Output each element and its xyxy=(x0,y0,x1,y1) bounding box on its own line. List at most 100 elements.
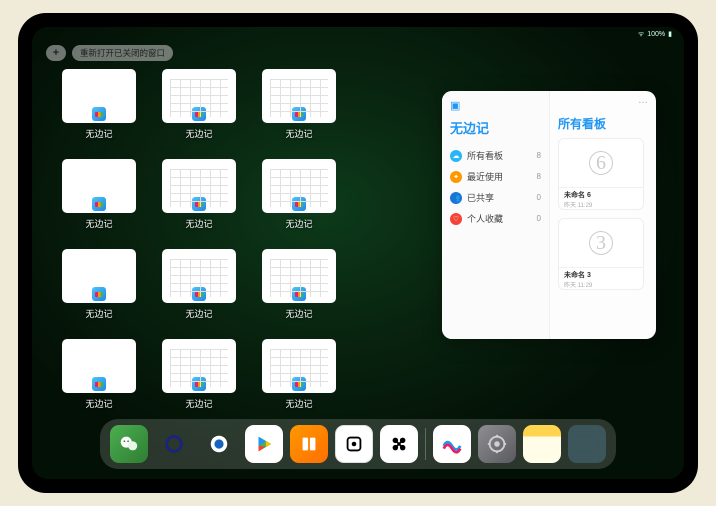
window-preview xyxy=(262,339,336,393)
category-icon: ☁ xyxy=(450,150,462,162)
freeform-app-icon xyxy=(292,287,306,301)
board-name: 未命名 3 xyxy=(564,270,638,280)
window-preview xyxy=(262,159,336,213)
panel-left-title: 无边记 xyxy=(450,118,541,137)
board-digit: 3 xyxy=(589,231,613,255)
category-row[interactable]: ♡ 个人收藏 0 xyxy=(450,208,541,229)
freeform-panel[interactable]: … ▣ 无边记 ☁ 所有看板 8 ✦ 最近使用 8 👥已共享0 ♡ 个人收藏 0 所有看板 6 未命… xyxy=(442,91,656,339)
freeform-app-icon xyxy=(292,197,306,211)
category-count: 0 xyxy=(537,193,541,202)
battery-icon: ▮ xyxy=(668,30,672,38)
dock xyxy=(100,419,616,469)
category-row[interactable]: ☁ 所有看板 8 xyxy=(450,145,541,166)
category-icon: 👥 xyxy=(450,192,462,204)
window-label: 无边记 xyxy=(85,307,112,320)
dock-dice-icon[interactable] xyxy=(335,425,373,463)
category-label: 个人收藏 xyxy=(467,212,503,225)
panel-right-title: 所有看板 xyxy=(558,115,648,132)
freeform-app-icon xyxy=(192,287,206,301)
category-row[interactable]: ✦ 最近使用 8 xyxy=(450,166,541,187)
board-list: 6未命名 6昨天 11:293未命名 3昨天 11:29 xyxy=(558,138,648,290)
category-count: 8 xyxy=(537,151,541,160)
window-preview xyxy=(162,249,236,303)
window-thumb[interactable]: 无边记 xyxy=(160,249,238,325)
window-preview xyxy=(262,249,336,303)
window-preview xyxy=(162,69,236,123)
freeform-app-icon xyxy=(192,377,206,391)
freeform-app-icon xyxy=(92,287,106,301)
window-thumb[interactable]: 无边记 xyxy=(160,69,238,145)
freeform-app-icon xyxy=(292,107,306,121)
freeform-app-icon xyxy=(92,377,106,391)
board-card[interactable]: 6 未命名 6昨天 11:29 xyxy=(558,138,644,210)
window-preview xyxy=(162,159,236,213)
board-card[interactable]: 3 未命名 3昨天 11:29 xyxy=(558,218,644,290)
window-preview xyxy=(62,69,136,123)
dock-notes-icon[interactable] xyxy=(523,425,561,463)
board-date: 昨天 11:29 xyxy=(564,280,638,289)
window-label: 无边记 xyxy=(185,127,212,140)
dock-folder-icon[interactable] xyxy=(568,425,606,463)
window-label: 无边记 xyxy=(285,217,312,230)
window-preview xyxy=(162,339,236,393)
top-toolbar: + 重新打开已关闭的窗口 xyxy=(46,45,173,61)
window-thumb[interactable]: 无边记 xyxy=(160,159,238,235)
window-thumb[interactable]: 无边记 xyxy=(60,339,138,415)
window-preview xyxy=(62,159,136,213)
screen: ᯤ 100% ▮ + 重新打开已关闭的窗口 无边记无边记无边记无边记无边记无边记… xyxy=(32,27,684,479)
battery-pct: 100% xyxy=(647,31,665,38)
window-label: 无边记 xyxy=(85,217,112,230)
board-digit: 6 xyxy=(589,151,613,175)
wifi-icon: ᯤ xyxy=(638,30,644,39)
window-thumb[interactable]: 无边记 xyxy=(260,159,338,235)
window-thumb[interactable]: 无边记 xyxy=(260,69,338,145)
window-label: 无边记 xyxy=(285,397,312,410)
category-icon: ♡ xyxy=(450,213,462,225)
freeform-app-icon xyxy=(192,107,206,121)
board-thumb: 6 xyxy=(559,139,643,187)
board-thumb: 3 xyxy=(559,219,643,267)
new-window-button[interactable]: + xyxy=(46,45,66,61)
dock-books-icon[interactable] xyxy=(290,425,328,463)
category-row[interactable]: 👥已共享0 xyxy=(450,187,541,208)
window-label: 无边记 xyxy=(185,217,212,230)
window-thumb[interactable]: 无边记 xyxy=(60,249,138,325)
panel-content: 所有看板 6未命名 6昨天 11:293未命名 3昨天 11:29 xyxy=(550,91,656,339)
window-preview xyxy=(62,339,136,393)
board-meta: 未命名 6昨天 11:29 xyxy=(559,187,643,211)
window-label: 无边记 xyxy=(285,127,312,140)
category-label: 所有看板 xyxy=(467,149,503,162)
category-icon: ✦ xyxy=(450,171,462,183)
category-count: 8 xyxy=(537,172,541,181)
window-thumb[interactable]: 无边记 xyxy=(60,69,138,145)
window-thumb[interactable]: 无边记 xyxy=(260,339,338,415)
panel-sidebar: ▣ 无边记 ☁ 所有看板 8 ✦ 最近使用 8 👥已共享0 ♡ 个人收藏 0 xyxy=(442,91,550,339)
status-bar: ᯤ 100% ▮ xyxy=(32,27,684,41)
board-meta: 未命名 3昨天 11:29 xyxy=(559,267,643,291)
window-preview xyxy=(262,69,336,123)
window-grid: 无边记无边记无边记无边记无边记无边记无边记无边记无边记无边记无边记无边记 xyxy=(60,69,338,415)
dock-settings-icon[interactable] xyxy=(478,425,516,463)
reopen-closed-window-button[interactable]: 重新打开已关闭的窗口 xyxy=(72,45,173,61)
window-label: 无边记 xyxy=(185,397,212,410)
window-label: 无边记 xyxy=(285,307,312,320)
window-thumb[interactable]: 无边记 xyxy=(160,339,238,415)
status-right: ᯤ 100% ▮ xyxy=(638,30,672,39)
window-thumb[interactable]: 无边记 xyxy=(260,249,338,325)
dock-qqbrowser-icon[interactable] xyxy=(200,425,238,463)
panel-more-button[interactable]: … xyxy=(638,95,648,106)
sidebar-toggle-icon[interactable]: ▣ xyxy=(450,99,541,112)
category-count: 0 xyxy=(537,214,541,223)
window-preview xyxy=(62,249,136,303)
dock-wechat-icon[interactable] xyxy=(110,425,148,463)
category-list: ☁ 所有看板 8 ✦ 最近使用 8 👥已共享0 ♡ 个人收藏 0 xyxy=(450,145,541,229)
dock-quark-icon[interactable] xyxy=(155,425,193,463)
board-name: 未命名 6 xyxy=(564,190,638,200)
category-label: 最近使用 xyxy=(467,170,503,183)
dock-freeform-icon[interactable] xyxy=(433,425,471,463)
window-thumb[interactable]: 无边记 xyxy=(60,159,138,235)
dock-play-icon[interactable] xyxy=(245,425,283,463)
dock-knot-icon[interactable] xyxy=(380,425,418,463)
freeform-app-icon xyxy=(292,377,306,391)
window-label: 无边记 xyxy=(85,127,112,140)
